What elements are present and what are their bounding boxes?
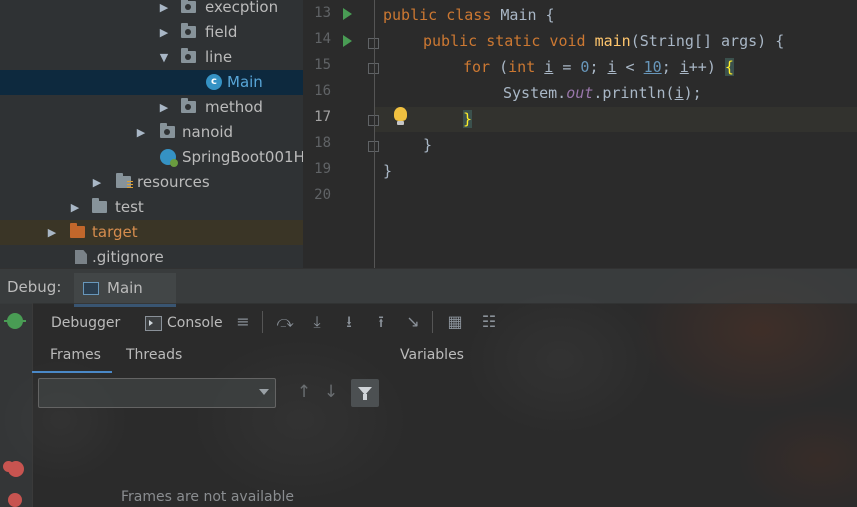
tab-threads[interactable]: Threads <box>116 341 186 371</box>
toolbar-divider <box>432 311 433 333</box>
code-line-16: System.out.println(i); <box>503 84 702 102</box>
run-to-cursor-icon[interactable]: ↘ <box>402 311 424 333</box>
previous-frame-icon[interactable]: ↑ <box>293 381 315 403</box>
step-out-icon[interactable]: ⭱ <box>370 311 392 333</box>
tree-item-label: field <box>205 23 238 41</box>
tree-item-nanoid[interactable]: ▶ nanoid <box>0 120 303 145</box>
line-number: 18 <box>314 135 331 151</box>
tree-item-label: test <box>115 198 144 216</box>
tree-item-label: Main <box>227 73 263 91</box>
excluded-folder-icon <box>70 223 85 238</box>
line-number: 13 <box>314 5 331 21</box>
code-line-18: } <box>423 136 433 154</box>
line-number: 19 <box>314 161 331 177</box>
tree-item-label: target <box>92 223 138 241</box>
threads-tab-label: Threads <box>126 347 183 363</box>
tab-frames[interactable]: Frames <box>32 341 112 373</box>
gutter-divider <box>374 0 375 268</box>
expand-arrow-icon[interactable]: ▶ <box>46 220 58 245</box>
java-class-icon: c <box>206 74 222 90</box>
evaluate-expression-icon[interactable]: ▦ <box>444 311 466 333</box>
code-line-15: for (int i = 0; i < 10; i++) { <box>463 58 734 76</box>
line-number: 15 <box>314 57 331 73</box>
tree-item-method[interactable]: ▶ method <box>0 95 303 120</box>
trace-settings-icon[interactable]: ☷ <box>478 311 500 333</box>
tree-item-springboot001h[interactable]: SpringBoot001H <box>0 145 303 170</box>
code-line-13: public class Main { <box>383 6 555 24</box>
tree-item-gitignore[interactable]: .gitignore <box>0 245 303 268</box>
tree-item-label: method <box>205 98 263 116</box>
expand-arrow-icon[interactable]: ▶ <box>91 170 103 195</box>
debug-session-tab-main[interactable]: Main <box>74 273 176 307</box>
spring-boot-class-icon <box>160 149 178 167</box>
debugger-toolbar: Debugger Console ≡ ⤼ ⤓ ⭳ ⭱ ↘ ▦ ☷ <box>32 303 857 341</box>
step-over-icon[interactable]: ⤓ <box>306 311 328 333</box>
line-number: 20 <box>314 187 331 203</box>
code-line-14: public static void main(String[] args) { <box>423 32 785 50</box>
tree-item-main[interactable]: c Main <box>0 70 303 95</box>
tree-item-resources[interactable]: ▶ resources <box>0 170 303 195</box>
current-line-highlight <box>375 107 857 132</box>
mute-breakpoints-icon[interactable] <box>8 493 22 507</box>
filter-icon[interactable] <box>351 379 379 407</box>
debug-tool-window-header: Debug: Main <box>0 268 857 307</box>
line-number: 17 <box>314 109 331 125</box>
lightbulb-intention-icon[interactable] <box>394 107 407 125</box>
next-frame-icon[interactable]: ↓ <box>320 381 342 403</box>
resources-folder-icon <box>116 173 133 189</box>
package-icon <box>181 23 196 38</box>
expand-arrow-icon[interactable]: ▶ <box>158 20 170 45</box>
gitignore-file-icon <box>75 250 87 264</box>
application-window-icon <box>83 282 99 295</box>
run-class-icon[interactable] <box>343 8 352 20</box>
code-line-17: } <box>463 110 473 128</box>
tree-item-label: execption <box>205 0 279 16</box>
frames-empty-message: Frames are not available <box>121 489 295 505</box>
editor-gutter[interactable]: 13 14 15 16 17 18 19 20 <box>303 0 407 268</box>
expand-arrow-icon[interactable]: ▶ <box>158 95 170 120</box>
run-main-icon[interactable] <box>343 35 352 47</box>
collapse-arrow-icon[interactable]: ▼ <box>158 45 170 70</box>
tree-item-label: .gitignore <box>92 248 164 266</box>
package-icon <box>160 123 175 138</box>
debug-side-toolbar <box>0 303 33 507</box>
console-icon <box>145 316 162 331</box>
code-editor[interactable]: 13 14 15 16 17 18 19 20 public class Mai… <box>303 0 857 268</box>
line-number: 16 <box>314 83 331 99</box>
tree-item-execption[interactable]: ▶ execption <box>0 0 303 20</box>
package-icon <box>181 98 196 113</box>
bug-icon[interactable] <box>4 313 26 329</box>
tab-console[interactable]: Console <box>167 315 223 331</box>
tree-item-label: SpringBoot001H <box>182 148 303 166</box>
variables-label: Variables <box>400 347 464 363</box>
tab-debugger[interactable]: Debugger <box>51 315 120 331</box>
view-breakpoints-icon[interactable] <box>3 461 24 477</box>
step-into-icon[interactable]: ⭳ <box>338 311 360 333</box>
tree-item-target[interactable]: ▶ target <box>0 220 303 245</box>
folder-icon <box>92 198 107 213</box>
frames-variables-header: Frames Threads Variables <box>32 341 857 373</box>
frames-tab-label: Frames <box>50 347 101 363</box>
debug-tab-label: Main <box>107 279 143 297</box>
debug-title: Debug: <box>7 278 62 296</box>
expand-arrow-icon[interactable]: ▶ <box>158 0 170 20</box>
project-tree: ▶ execption ▶ field ▼ line c Main ▶ meth… <box>0 0 303 268</box>
code-line-19: } <box>383 162 393 180</box>
thread-selector-dropdown[interactable] <box>38 378 276 408</box>
line-number: 14 <box>314 31 331 47</box>
package-icon <box>181 48 196 63</box>
package-icon <box>181 0 196 13</box>
expand-arrow-icon[interactable]: ▶ <box>135 120 147 145</box>
tree-item-label: line <box>205 48 233 66</box>
tree-item-field[interactable]: ▶ field <box>0 20 303 45</box>
toolbar-divider <box>262 311 263 333</box>
expand-arrow-icon[interactable]: ▶ <box>69 195 81 220</box>
tree-item-line[interactable]: ▼ line <box>0 45 303 70</box>
tree-item-test[interactable]: ▶ test <box>0 195 303 220</box>
tree-item-label: resources <box>137 173 210 191</box>
menu-lines-icon[interactable]: ≡ <box>232 311 254 333</box>
show-execution-point-icon[interactable]: ⤼ <box>274 311 296 333</box>
chevron-down-icon <box>259 389 269 395</box>
tree-item-label: nanoid <box>182 123 234 141</box>
